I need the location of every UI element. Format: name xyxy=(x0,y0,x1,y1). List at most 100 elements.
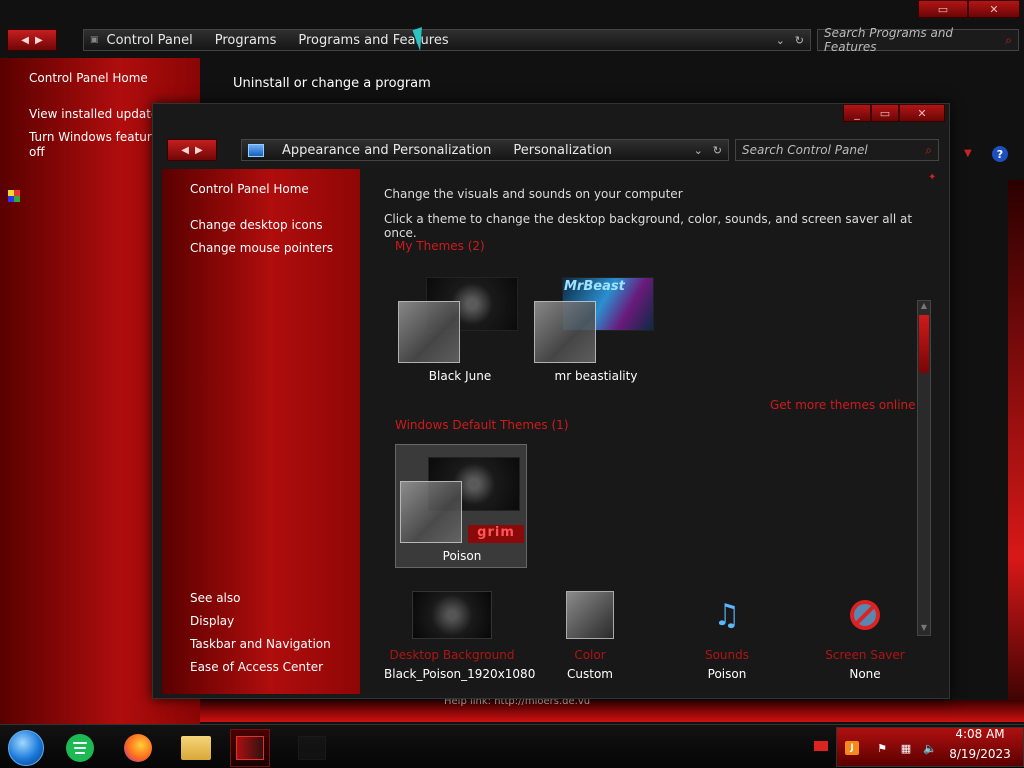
theme-preview-color xyxy=(398,301,460,363)
themes-scrollbar[interactable]: ▲ ▼ xyxy=(917,300,931,636)
network-icon[interactable]: ▦ xyxy=(899,741,913,755)
chevron-down-icon[interactable]: ⌄ xyxy=(776,34,785,47)
desktop-background-icon xyxy=(412,591,492,639)
back-scrollbar[interactable] xyxy=(1008,180,1024,720)
taskbar-app-firefox[interactable] xyxy=(118,729,158,767)
back-arrow-icon[interactable]: ◀ xyxy=(181,145,189,156)
control-panel-icon: ▣ xyxy=(90,35,99,45)
back-arrow-icon[interactable]: ◀ xyxy=(21,35,29,46)
front-nav-arrows[interactable]: ◀ ▶ xyxy=(167,139,217,161)
taskbar: J ⚑ ▦ 🔈 xyxy=(0,724,1024,768)
firefox-icon xyxy=(124,734,152,762)
back-details-pane xyxy=(200,700,1024,722)
clock-time[interactable]: 4:08 AM xyxy=(950,727,1010,741)
setting-sounds[interactable]: ♫ Sounds Poison xyxy=(659,591,795,682)
theme-logo-text: grim xyxy=(468,525,524,543)
flag-icon[interactable]: ⚑ xyxy=(875,741,889,755)
start-button[interactable] xyxy=(6,729,46,767)
folder-icon xyxy=(181,736,211,760)
taskbar-app-personalization[interactable] xyxy=(230,729,270,767)
theme-logo-text: MrBeast xyxy=(564,279,625,294)
screen-saver-icon xyxy=(841,591,889,639)
show-hidden-icons[interactable] xyxy=(814,741,828,751)
minimize-button[interactable]: _ xyxy=(843,104,871,122)
breadcrumb-control-panel[interactable]: Control Panel xyxy=(107,33,193,48)
scroll-up-icon[interactable]: ▲ xyxy=(918,301,930,313)
sounds-icon: ♫ xyxy=(713,597,741,633)
taskbar-app-control-panel[interactable] xyxy=(292,729,332,767)
setting-value: Black_Poison_1920x1080 xyxy=(384,667,536,681)
search-icon[interactable]: ⌕ xyxy=(1005,33,1012,48)
windows-shield-icon xyxy=(8,190,20,202)
corner-grip-icon: ✦ xyxy=(928,172,937,183)
java-icon[interactable]: J xyxy=(845,741,859,755)
link-display[interactable]: Display xyxy=(190,614,234,628)
start-orb-icon xyxy=(8,730,44,766)
theme-name: Poison xyxy=(442,549,482,563)
back-search-input[interactable]: Search Programs and Features ⌕ xyxy=(817,26,1019,54)
link-change-mouse-pointers[interactable]: Change mouse pointers xyxy=(190,241,333,255)
refresh-icon[interactable]: ↻ xyxy=(713,144,722,157)
get-more-themes-link[interactable]: Get more themes online xyxy=(770,398,916,412)
back-restore-button[interactable]: ▭ xyxy=(918,0,968,18)
messages-icon xyxy=(66,734,94,762)
link-view-installed-updates[interactable]: View installed updates xyxy=(29,107,165,121)
front-address-bar[interactable]: Appearance and Personalization Personali… xyxy=(241,139,729,161)
forward-arrow-icon[interactable]: ▶ xyxy=(195,145,203,156)
taskbar-app-messages[interactable] xyxy=(60,729,100,767)
my-themes-title: My Themes (2) xyxy=(395,239,485,253)
close-button[interactable]: ✕ xyxy=(899,104,945,122)
setting-desktop-background[interactable]: Desktop Background Black_Poison_1920x108… xyxy=(384,591,536,681)
taskbar-app-explorer[interactable] xyxy=(176,729,216,767)
back-navbar: ◀ ▶ ▣ Control Panel Programs Programs an… xyxy=(7,26,1019,54)
link-turn-features[interactable]: Turn Windows features xyxy=(29,130,165,144)
back-address-bar[interactable]: ▣ Control Panel Programs Programs and Fe… xyxy=(83,29,811,51)
front-window-controls: _ ▭ ✕ xyxy=(843,104,945,122)
setting-value: Custom xyxy=(567,667,613,681)
front-sidebar: Control Panel Home Change desktop icons … xyxy=(162,169,360,694)
breadcrumb-appearance[interactable]: Appearance and Personalization xyxy=(282,143,491,158)
theme-mr-beastiality[interactable]: MrBeast mr beastiality xyxy=(530,265,662,389)
control-panel-icon xyxy=(298,736,326,760)
setting-color[interactable]: Color Custom xyxy=(522,591,658,681)
link-change-desktop-icons[interactable]: Change desktop icons xyxy=(190,218,323,232)
front-search-placeholder: Search Control Panel xyxy=(742,143,868,157)
back-close-button[interactable]: ✕ xyxy=(968,0,1020,18)
link-ease-of-access[interactable]: Ease of Access Center xyxy=(190,660,323,674)
theme-black-june[interactable]: Black June xyxy=(394,265,526,389)
back-link-control-panel-home[interactable]: Control Panel Home xyxy=(29,71,148,85)
link-control-panel-home[interactable]: Control Panel Home xyxy=(190,182,309,196)
help-icon[interactable]: ? xyxy=(992,146,1008,162)
maximize-button[interactable]: ▭ xyxy=(871,104,899,122)
back-nav-arrows[interactable]: ◀ ▶ xyxy=(7,29,57,51)
front-navbar: ◀ ▶ Appearance and Personalization Perso… xyxy=(167,139,939,161)
content-heading: Change the visuals and sounds on your co… xyxy=(384,187,683,201)
theme-name: mr beastiality xyxy=(554,369,638,383)
chevron-down-icon[interactable]: ⌄ xyxy=(694,144,703,157)
color-icon xyxy=(566,591,614,639)
setting-label: Color xyxy=(574,648,606,662)
forward-arrow-icon[interactable]: ▶ xyxy=(35,35,43,46)
volume-icon[interactable]: 🔈 xyxy=(923,741,937,755)
personalization-icon xyxy=(236,736,264,760)
breadcrumb-programs[interactable]: Programs xyxy=(215,33,277,48)
link-taskbar-navigation[interactable]: Taskbar and Navigation xyxy=(190,637,331,651)
back-dropdown-icon[interactable]: ▼ xyxy=(964,148,972,159)
search-icon[interactable]: ⌕ xyxy=(925,143,932,158)
setting-value: Poison xyxy=(707,667,747,681)
theme-poison[interactable]: grim Poison xyxy=(395,444,527,568)
link-turn-features-cont[interactable]: off xyxy=(29,145,45,159)
refresh-icon[interactable]: ↻ xyxy=(795,34,804,47)
setting-label: Sounds xyxy=(704,648,750,662)
front-search-input[interactable]: Search Control Panel ⌕ xyxy=(735,139,939,161)
content-subheading: Click a theme to change the desktop back… xyxy=(384,212,913,240)
setting-value: None xyxy=(849,667,881,681)
scroll-thumb[interactable] xyxy=(919,315,929,373)
theme-name: Black June xyxy=(428,369,492,383)
setting-screen-saver[interactable]: Screen Saver None xyxy=(797,591,933,681)
default-themes-title: Windows Default Themes (1) xyxy=(395,418,569,432)
clock-date[interactable]: 8/19/2023 xyxy=(946,747,1014,761)
breadcrumb-personalization[interactable]: Personalization xyxy=(513,143,612,158)
monitor-icon xyxy=(248,143,264,157)
setting-label: Screen Saver xyxy=(825,648,905,662)
